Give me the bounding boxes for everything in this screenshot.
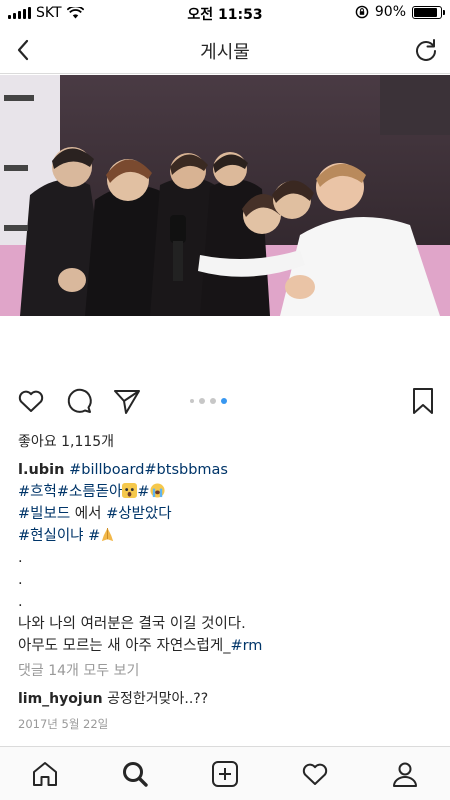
hashtag[interactable]: # — [84, 528, 100, 544]
comment-text: 공정한거맞아..?? — [107, 691, 209, 707]
likes-count[interactable]: 좋아요 1,115개 — [18, 431, 114, 451]
caption-line: . — [18, 572, 23, 588]
carousel-dot — [210, 398, 216, 404]
hashtag[interactable]: #billboard#btsbbmas — [69, 462, 228, 478]
caption-text: 에서 — [70, 506, 107, 522]
caption-line: l.ubin #billboard#btsbbmas — [18, 459, 438, 481]
search-icon[interactable] — [120, 759, 150, 789]
caption-line: 아무도 모르는 새 아주 자연스럽게_#rm — [18, 635, 438, 657]
comment-row: lim_hyojun 공정한거맞아..?? — [18, 688, 208, 708]
profile-icon[interactable] — [390, 759, 420, 789]
caption-line: #흐헉#소름돋아 # — [18, 481, 438, 503]
carousel-dot — [199, 398, 205, 404]
carousel-dot-active — [221, 398, 227, 404]
hashtag[interactable]: #rm — [230, 638, 262, 654]
photo-illustration — [0, 75, 450, 316]
bookmark-icon[interactable] — [408, 386, 438, 416]
caption-line: . — [18, 594, 23, 610]
caption-username[interactable]: l.ubin — [18, 462, 64, 478]
folded-hands-emoji-icon — [102, 527, 114, 542]
status-bar: SKT 오전 11:53 90% — [0, 0, 450, 26]
hashtag[interactable]: #상받았다 — [106, 506, 172, 522]
scream-cat-emoji-icon — [122, 483, 138, 498]
comment-username[interactable]: lim_hyojun — [18, 691, 103, 707]
loudly-crying-emoji-icon — [149, 483, 165, 498]
action-bar — [0, 384, 450, 420]
caption-line: #빌보드 에서 #상받았다 — [18, 503, 438, 525]
share-icon[interactable] — [112, 386, 142, 416]
view-all-comments-link[interactable]: 댓글 14개 모두 보기 — [18, 660, 139, 680]
caption-line: #현실이냐 # — [18, 525, 438, 547]
page-title: 게시물 — [200, 42, 250, 63]
refresh-icon[interactable] — [412, 36, 440, 64]
carousel-dot — [190, 399, 194, 403]
home-icon[interactable] — [30, 759, 60, 789]
heart-icon[interactable] — [16, 386, 46, 416]
battery-fill — [414, 7, 438, 17]
bottom-tab-bar — [0, 746, 450, 800]
status-right: 90% — [355, 4, 445, 20]
hashtag[interactable]: #현실이냐 — [18, 528, 84, 544]
new-post-icon[interactable] — [210, 759, 240, 789]
nav-header: 게시물 — [0, 26, 450, 74]
caption-line: . — [18, 550, 23, 566]
post-photo[interactable] — [0, 75, 450, 316]
hashtag[interactable]: #빌보드 — [18, 506, 70, 522]
post-date: 2017년 5월 22일 — [18, 717, 109, 731]
hashtag[interactable]: # — [137, 484, 149, 500]
comment-icon[interactable] — [64, 386, 94, 416]
caption-line: 나와 나의 여러분은 결국 이길 것이다. — [18, 616, 246, 632]
carousel-dots — [190, 398, 227, 404]
caption-text: 아무도 모르는 새 아주 자연스럽게_ — [18, 638, 231, 654]
post-caption: l.ubin #billboard#btsbbmas #흐헉#소름돋아 # #빌보… — [18, 459, 438, 657]
battery-icon — [412, 5, 445, 19]
activity-heart-icon[interactable] — [300, 759, 330, 789]
battery-percent: 90% — [374, 4, 406, 20]
hashtag[interactable]: #흐헉#소름돋아 — [18, 484, 122, 500]
orientation-lock-icon — [355, 5, 369, 19]
